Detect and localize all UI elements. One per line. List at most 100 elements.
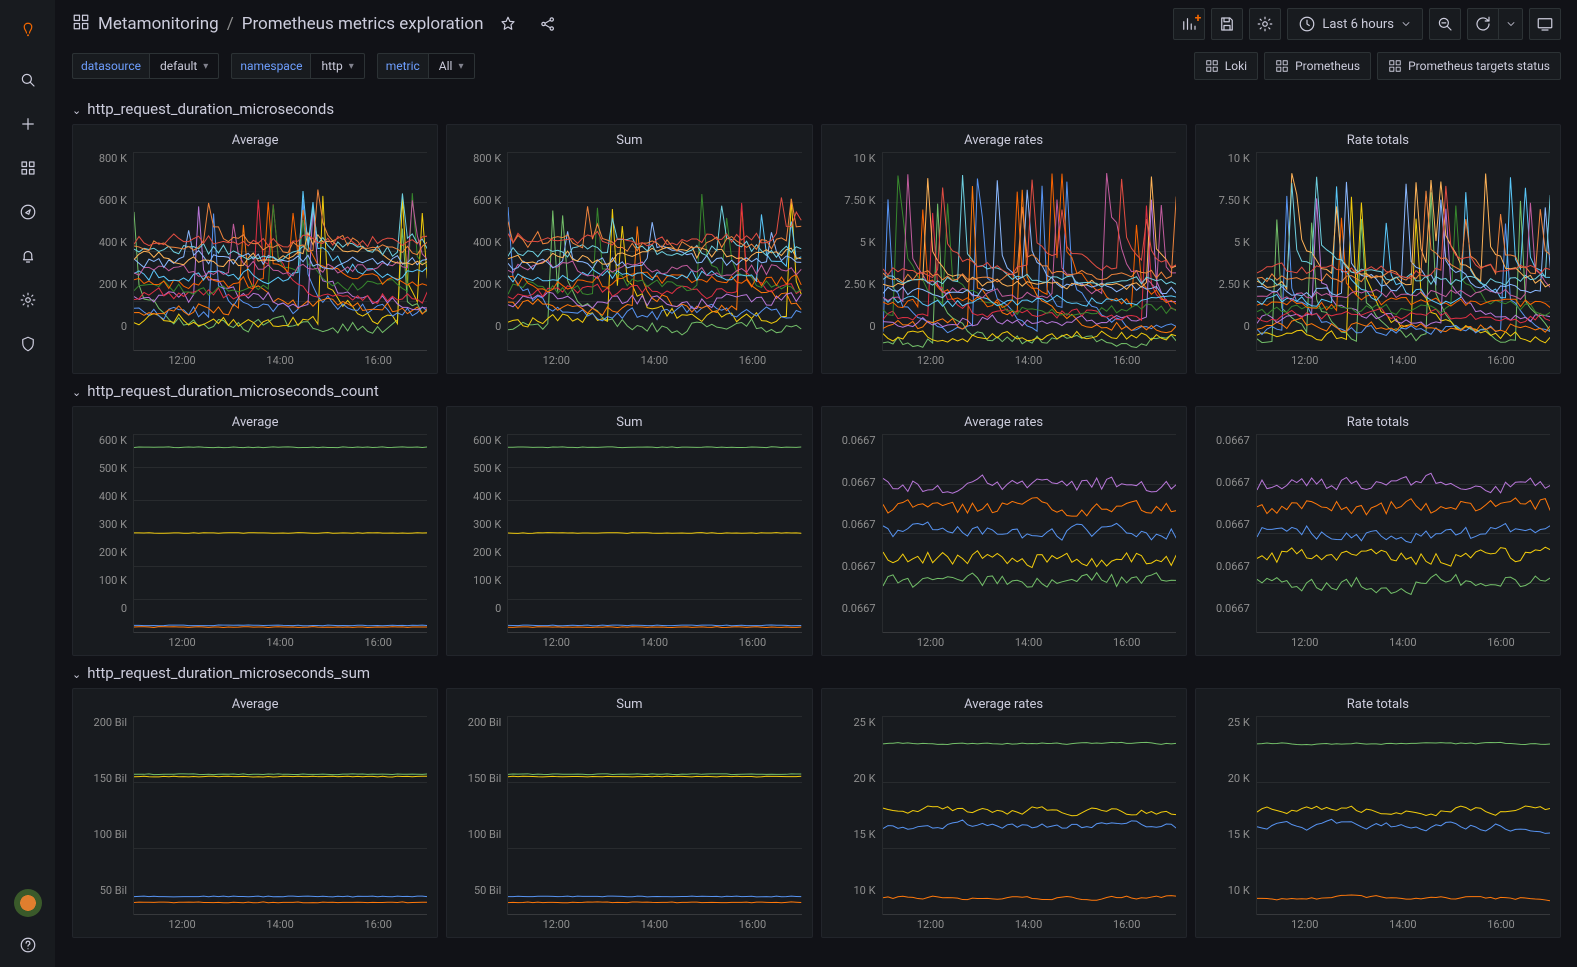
page-title[interactable]: Prometheus metrics exploration <box>242 14 484 34</box>
help-icon[interactable] <box>8 925 48 965</box>
plot-area[interactable] <box>507 152 801 351</box>
row-title: http_request_duration_microseconds_sum <box>87 664 370 682</box>
panel[interactable]: Rate totals10 K7.50 K5 K2.50 K012:0014:0… <box>1195 124 1561 374</box>
panel-title: Average <box>73 131 437 152</box>
panel-title: Average rates <box>822 695 1186 716</box>
link-targets[interactable]: Prometheus targets status <box>1377 52 1561 80</box>
sidebar <box>0 0 56 967</box>
y-axis: 200 Bil150 Bil100 Bil50 Bil <box>73 716 133 915</box>
panel-grid-icon <box>72 13 90 35</box>
x-axis: 12:0014:0016:00 <box>133 915 427 933</box>
panel[interactable]: Average200 Bil150 Bil100 Bil50 Bil12:001… <box>72 688 438 938</box>
panel-title: Average rates <box>822 413 1186 434</box>
panel-title: Sum <box>447 131 811 152</box>
panel[interactable]: Average rates25 K20 K15 K10 K12:0014:001… <box>821 688 1187 938</box>
panel-title: Average <box>73 695 437 716</box>
row-header[interactable]: ⌄ http_request_duration_microseconds_sum <box>72 656 1561 688</box>
panel-title: Rate totals <box>1196 695 1560 716</box>
x-axis: 12:0014:0016:00 <box>882 633 1176 651</box>
panel[interactable]: Average600 K500 K400 K300 K200 K100 K012… <box>72 406 438 656</box>
plus-icon[interactable] <box>8 104 48 144</box>
panel[interactable]: Average rates0.06670.06670.06670.06670.0… <box>821 406 1187 656</box>
breadcrumb-sep: / <box>227 14 234 34</box>
dashboards-icon[interactable] <box>8 148 48 188</box>
plot-area[interactable] <box>133 152 427 351</box>
settings-icon[interactable] <box>8 280 48 320</box>
chevron-down-icon: ⌄ <box>72 104 81 117</box>
y-axis: 0.06670.06670.06670.06670.0667 <box>1196 434 1256 633</box>
panel[interactable]: Rate totals0.06670.06670.06670.06670.066… <box>1195 406 1561 656</box>
avatar[interactable] <box>14 889 42 917</box>
plot-area[interactable] <box>882 716 1176 915</box>
x-axis: 12:0014:0016:00 <box>1256 915 1550 933</box>
panel-title: Rate totals <box>1196 413 1560 434</box>
plot-area[interactable] <box>507 434 801 633</box>
var-namespace-value[interactable]: http▾ <box>310 53 364 79</box>
x-axis: 12:0014:0016:00 <box>507 915 801 933</box>
plot-area[interactable] <box>507 716 801 915</box>
plot-area[interactable] <box>133 716 427 915</box>
search-icon[interactable] <box>8 60 48 100</box>
panel-title: Rate totals <box>1196 131 1560 152</box>
plot-area[interactable] <box>1256 434 1550 633</box>
link-prometheus[interactable]: Prometheus <box>1264 52 1371 80</box>
kiosk-icon[interactable] <box>1529 8 1561 40</box>
y-axis: 600 K500 K400 K300 K200 K100 K0 <box>73 434 133 633</box>
panel[interactable]: Rate totals25 K20 K15 K10 K12:0014:0016:… <box>1195 688 1561 938</box>
dashboard-settings-icon[interactable] <box>1249 8 1281 40</box>
panel-title: Average rates <box>822 131 1186 152</box>
var-datasource-value[interactable]: default▾ <box>149 53 219 79</box>
y-axis: 600 K500 K400 K300 K200 K100 K0 <box>447 434 507 633</box>
refresh-interval-dropdown[interactable] <box>1499 8 1523 40</box>
share-icon[interactable] <box>532 8 564 40</box>
x-axis: 12:0014:0016:00 <box>507 633 801 651</box>
chevron-down-icon: ⌄ <box>72 386 81 399</box>
breadcrumb-root[interactable]: Metamonitoring <box>98 14 219 34</box>
plot-area[interactable] <box>133 434 427 633</box>
panel-row: Average600 K500 K400 K300 K200 K100 K012… <box>72 406 1561 656</box>
plot-area[interactable] <box>1256 152 1550 351</box>
panel-title: Sum <box>447 413 811 434</box>
grafana-logo-icon[interactable] <box>8 10 48 50</box>
panel[interactable]: Sum800 K600 K400 K200 K012:0014:0016:00 <box>446 124 812 374</box>
link-loki[interactable]: Loki <box>1194 52 1258 80</box>
x-axis: 12:0014:0016:00 <box>1256 351 1550 369</box>
variable-bar: datasource default▾ namespace http▾ metr… <box>56 48 1577 92</box>
alerting-icon[interactable] <box>8 236 48 276</box>
dashboard-body[interactable]: ⌄ http_request_duration_microseconds Avera… <box>56 92 1577 967</box>
panel[interactable]: Sum200 Bil150 Bil100 Bil50 Bil12:0014:00… <box>446 688 812 938</box>
explore-icon[interactable] <box>8 192 48 232</box>
x-axis: 12:0014:0016:00 <box>1256 633 1550 651</box>
y-axis: 10 K7.50 K5 K2.50 K0 <box>822 152 882 351</box>
panel[interactable]: Average800 K600 K400 K200 K012:0014:0016… <box>72 124 438 374</box>
breadcrumb: Metamonitoring / Prometheus metrics expl… <box>98 14 484 34</box>
x-axis: 12:0014:0016:00 <box>133 351 427 369</box>
time-range-picker[interactable]: Last 6 hours <box>1287 8 1423 40</box>
plot-area[interactable] <box>1256 716 1550 915</box>
y-axis: 800 K600 K400 K200 K0 <box>447 152 507 351</box>
y-axis: 25 K20 K15 K10 K <box>822 716 882 915</box>
star-icon[interactable] <box>492 8 524 40</box>
row-header[interactable]: ⌄http_request_duration_microseconds_coun… <box>72 374 1561 406</box>
var-metric-value[interactable]: All▾ <box>428 53 475 79</box>
shield-icon[interactable] <box>8 324 48 364</box>
x-axis: 12:0014:0016:00 <box>507 351 801 369</box>
save-icon[interactable] <box>1211 8 1243 40</box>
y-axis: 200 Bil150 Bil100 Bil50 Bil <box>447 716 507 915</box>
row-header[interactable]: ⌄ http_request_duration_microseconds <box>72 92 1561 124</box>
var-datasource-label: datasource <box>72 53 149 79</box>
panel[interactable]: Average rates10 K7.50 K5 K2.50 K012:0014… <box>821 124 1187 374</box>
zoom-out-icon[interactable] <box>1429 8 1461 40</box>
plot-area[interactable] <box>882 434 1176 633</box>
panel[interactable]: Sum600 K500 K400 K300 K200 K100 K012:001… <box>446 406 812 656</box>
chevron-down-icon: ⌄ <box>72 668 81 681</box>
var-metric-label: metric <box>377 53 428 79</box>
x-axis: 12:0014:0016:00 <box>133 633 427 651</box>
x-axis: 12:0014:0016:00 <box>882 351 1176 369</box>
plot-area[interactable] <box>882 152 1176 351</box>
var-namespace-label: namespace <box>231 53 310 79</box>
time-range-label: Last 6 hours <box>1322 17 1394 32</box>
add-panel-icon[interactable]: + <box>1173 8 1205 40</box>
refresh-icon[interactable] <box>1467 8 1499 40</box>
row-title: http_request_duration_microseconds <box>87 100 334 118</box>
